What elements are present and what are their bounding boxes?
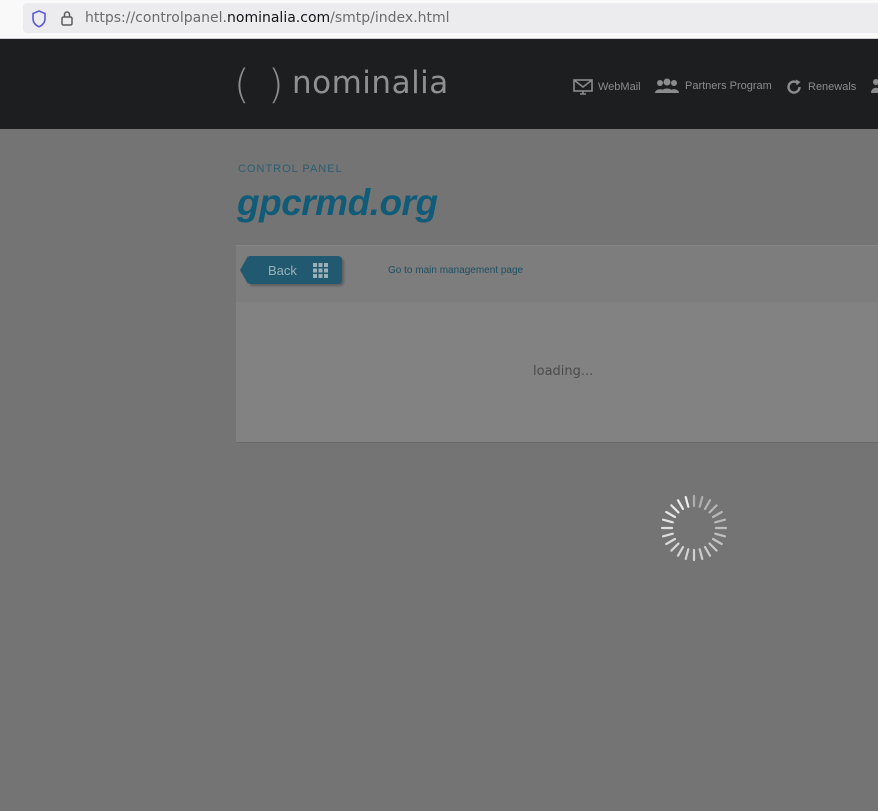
spinner-tick: [711, 510, 723, 519]
url-text[interactable]: https://controlpanel.nominalia.com/smtp/…: [85, 10, 450, 26]
spinner-tick: [714, 532, 727, 538]
loading-text: loading...: [533, 364, 594, 379]
spinner-tick: [676, 499, 685, 511]
control-panel-label: CONTROL PANEL: [238, 163, 343, 175]
spinner-tick: [714, 518, 727, 524]
content-panel: loading...: [236, 302, 878, 443]
spinner-tick: [703, 545, 712, 557]
spinner-tick: [708, 504, 718, 514]
monitor-mail-icon: [573, 79, 593, 95]
nav-renewals[interactable]: Renewals: [785, 78, 856, 96]
spinner-tick: [665, 537, 677, 546]
spinner-tick: [676, 545, 685, 557]
loading-spinner-icon: [660, 494, 728, 562]
spinner-tick: [684, 495, 690, 508]
spinner-tick: [670, 504, 680, 514]
logo-wordmark: nominalia: [292, 65, 449, 101]
spinner-tick: [698, 548, 704, 561]
nav-account[interactable]: [871, 78, 878, 94]
spinner-tick: [661, 532, 674, 538]
nav-webmail-label: WebMail: [598, 81, 641, 93]
shield-icon[interactable]: [31, 10, 47, 28]
lock-icon[interactable]: [60, 10, 74, 26]
back-button[interactable]: Back: [240, 256, 342, 284]
refresh-icon: [787, 79, 801, 94]
spinner-tick: [708, 542, 718, 552]
user-icon: [871, 79, 878, 93]
spinner-tick: [684, 548, 690, 561]
nav-partners-program[interactable]: Partners Program: [654, 78, 772, 94]
spinner-tick: [711, 537, 723, 546]
logo-bracket-right: ): [268, 62, 284, 108]
back-button-label: Back: [268, 263, 297, 278]
nav-webmail[interactable]: WebMail: [573, 78, 641, 96]
people-icon: [655, 78, 679, 93]
spinner-tick: [661, 518, 674, 524]
logo-bracket-left: (: [234, 62, 250, 108]
action-toolbar: Back Go to main management page: [236, 245, 878, 303]
domain-title: gpcrmd.org: [237, 182, 438, 223]
spinner-tick: [670, 542, 680, 552]
spinner-tick: [703, 499, 712, 511]
main-management-link[interactable]: Go to main management page: [388, 265, 523, 276]
spinner-tick: [698, 495, 704, 508]
grid-icon: [313, 263, 328, 278]
spinner-tick: [665, 510, 677, 519]
browser-url-bar: https://controlpanel.nominalia.com/smtp/…: [0, 0, 878, 39]
nav-partners-label: Partners Program: [685, 80, 772, 92]
nav-renewals-label: Renewals: [808, 81, 857, 93]
